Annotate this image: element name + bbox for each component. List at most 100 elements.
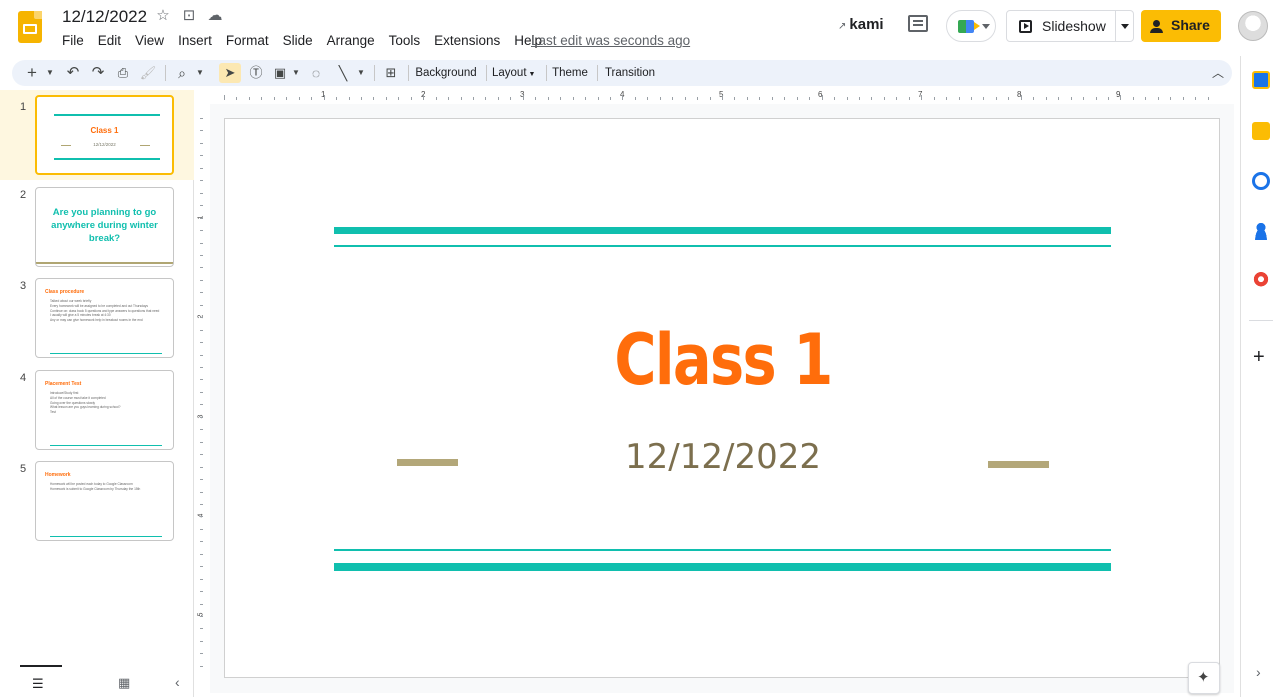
keep-icon[interactable] [1252,122,1270,140]
shape-icon[interactable]: ◌ [307,63,325,83]
collapse-toolbar-chevron-up-icon[interactable]: ︿ [1209,63,1227,83]
ruler-tick [759,97,761,100]
select-cursor-icon[interactable]: ➤ [219,63,241,83]
ruler-tick [896,97,898,100]
slide-thumbnail-1[interactable]: Class 1 12/12/2022 [35,95,174,175]
slide-canvas[interactable]: Class 1 12/12/2022 [224,118,1220,678]
line-icon[interactable]: ╲ [334,63,352,83]
comment-history-icon[interactable] [908,15,928,32]
avatar[interactable] [1238,11,1268,41]
ruler-tick [809,97,811,100]
layout-button[interactable]: Layout ▼ [492,63,540,83]
ruler-tick [958,97,960,100]
slide-number: 2 [20,189,27,201]
menu-tools[interactable]: Tools [389,33,421,48]
present-icon [1019,20,1032,33]
ruler-tick [200,217,203,219]
ruler-tick [236,97,238,100]
ruler-tick [200,267,203,269]
bottom-thin-teal-rule [334,549,1111,551]
ruler-tick [200,205,203,207]
slide-thumbnail-2[interactable]: Are you planning to go anywhere during w… [35,187,174,267]
slide-date-subtitle[interactable]: 12/12/2022 [225,437,1221,477]
horizontal-ruler[interactable]: 1 2 3 4 5 6 7 8 9 [224,90,1220,102]
contacts-icon[interactable] [1252,222,1270,240]
meet-button[interactable] [946,10,996,42]
ruler-tick [485,97,487,100]
ruler-tick [647,97,649,100]
ruler-tick [560,97,562,100]
ruler-tick [200,528,203,530]
slide-thumbnail-5[interactable]: Homework Homework will be posted each to… [35,461,174,541]
ruler-tick [1083,97,1085,100]
cloud-saved-icon[interactable]: ☁ [207,8,223,24]
menu-file[interactable]: File [62,33,84,48]
slide-number: 5 [20,463,27,475]
share-button[interactable]: Share [1141,10,1221,42]
calendar-icon[interactable] [1252,71,1270,89]
undo-icon[interactable]: ↶ [64,63,82,83]
grid-view-icon[interactable]: ▦ [118,675,130,691]
thumb-title: Homework [45,472,71,478]
transition-button[interactable]: Transition [603,63,657,83]
slides-logo-icon[interactable] [18,11,42,43]
thumb-body: Introduce/Study first All of the course … [50,391,162,415]
ruler-tick [746,97,748,100]
list-view-icon[interactable]: ☰ [32,676,44,692]
vertical-ruler[interactable]: 1 2 3 4 5 [196,118,208,678]
filmstrip-view-controls: ☰ ▦ ‹ [0,665,194,697]
ruler-tick [248,97,250,100]
slideshow-button[interactable]: Slideshow [1006,10,1134,42]
new-slide-chevron-down-icon[interactable]: ▼ [44,63,56,83]
ruler-tick [200,466,203,468]
ruler-tick [497,97,499,100]
kami-button[interactable]: ↗ kami [838,16,884,33]
add-comment-icon[interactable]: ⊞ [382,63,400,83]
new-slide-plus-icon[interactable]: + [22,63,42,83]
zoom-chevron-down-icon[interactable]: ▼ [194,63,206,83]
text-box-icon[interactable]: Ⓣ [246,63,266,83]
slide-title[interactable]: Class 1 [315,319,1132,401]
menu-format[interactable]: Format [226,33,269,48]
slideshow-options-chevron-icon[interactable] [1121,24,1129,29]
maps-icon[interactable] [1252,272,1270,290]
theme-button[interactable]: Theme [552,63,588,83]
last-edit-link[interactable]: Last edit was seconds ago [531,33,690,48]
ruler-tick [200,404,203,406]
menu-bar: File Edit View Insert Format Slide Arran… [62,33,556,48]
ruler-tick [200,616,203,617]
line-chevron-down-icon[interactable]: ▼ [355,63,367,83]
image-icon[interactable]: ▣ [271,63,289,83]
ruler-tick [200,379,203,381]
ruler-tick [200,180,203,182]
menu-extensions[interactable]: Extensions [434,33,500,48]
slide-thumbnail-4[interactable]: Placement Test Introduce/Study first All… [35,370,174,450]
show-side-panel-chevron-right-icon[interactable]: › [1256,664,1261,680]
menu-insert[interactable]: Insert [178,33,212,48]
menu-slide[interactable]: Slide [283,33,313,48]
image-chevron-down-icon[interactable]: ▼ [290,63,302,83]
menu-arrange[interactable]: Arrange [327,33,375,48]
background-button[interactable]: Background [415,63,477,83]
document-title[interactable]: 12/12/2022 [62,7,147,27]
menu-edit[interactable]: Edit [98,33,121,48]
collapse-filmstrip-chevron-left-icon[interactable]: ‹ [175,674,180,690]
get-add-ons-plus-icon[interactable]: + [1253,346,1265,369]
move-folder-icon[interactable]: ⊡ [181,8,197,24]
left-dash-decoration [397,459,458,466]
tasks-icon[interactable] [1252,172,1270,190]
thumb-body: Talked about our week briefly Every home… [50,299,162,323]
slide-thumbnail-3[interactable]: Class procedure Talked about our week br… [35,278,174,358]
ruler-tick [609,97,611,100]
zoom-icon[interactable]: ⌕ [173,63,191,83]
star-icon[interactable]: ☆ [155,8,171,24]
menu-view[interactable]: View [135,33,164,48]
divider [486,65,487,81]
slide-number: 4 [20,372,27,384]
ruler-tick [659,97,661,100]
paint-format-icon[interactable]: 🖌 [139,63,157,83]
ruler-tick [1195,97,1197,100]
print-icon[interactable]: ⎙ [114,63,132,83]
redo-icon[interactable]: ↷ [89,63,107,83]
explore-button[interactable] [1188,662,1220,694]
